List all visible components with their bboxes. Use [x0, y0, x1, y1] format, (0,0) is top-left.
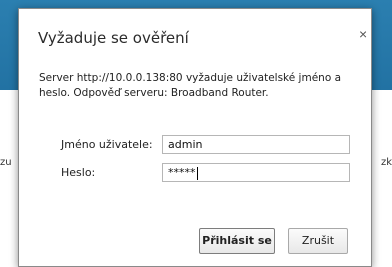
background-text-left: zu: [0, 157, 12, 168]
cancel-button[interactable]: Zrušit: [288, 228, 348, 254]
dialog-message: Server http://10.0.0.138:80 vyžaduje uži…: [39, 72, 342, 99]
close-icon[interactable]: ×: [359, 27, 367, 41]
text-caret: [196, 166, 198, 180]
password-field[interactable]: *****: [162, 163, 350, 182]
auth-dialog: Vyžaduje se ověření × Server http://10.0…: [18, 8, 372, 267]
login-button[interactable]: Přihlásit se: [199, 228, 275, 254]
username-label: Jméno uživatele:: [61, 138, 153, 151]
password-label: Heslo:: [61, 166, 96, 179]
background-text-right: zk: [380, 157, 392, 168]
username-value: admin: [168, 138, 203, 151]
username-field[interactable]: admin: [162, 135, 350, 154]
dialog-title: Vyžaduje se ověření: [38, 29, 189, 47]
password-value: *****: [168, 166, 196, 179]
